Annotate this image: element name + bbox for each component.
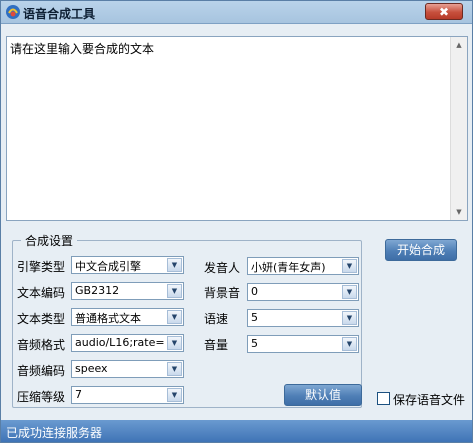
background-sound-label: 背景音 — [204, 286, 241, 300]
chevron-down-icon[interactable]: ▼ — [167, 388, 182, 402]
speaker-select[interactable]: 小妍(青年女声) ▼ — [247, 257, 359, 275]
chevron-down-icon[interactable]: ▼ — [342, 337, 357, 351]
volume-value: 5 — [251, 337, 258, 350]
status-text: 已成功连接服务器 — [6, 426, 103, 440]
scroll-up-arrow-icon[interactable]: ▲ — [451, 37, 467, 53]
engine-type-select[interactable]: 中文合成引擎 ▼ — [71, 256, 184, 274]
engine-type-value: 中文合成引擎 — [75, 260, 141, 273]
save-audio-label[interactable]: 保存语音文件 — [393, 391, 465, 408]
text-type-value: 普通格式文本 — [75, 312, 141, 325]
chevron-down-icon[interactable]: ▼ — [342, 311, 357, 325]
background-sound-value: 0 — [251, 285, 258, 298]
text-type-select[interactable]: 普通格式文本 ▼ — [71, 308, 184, 326]
close-button[interactable]: ✖ — [425, 3, 463, 20]
audio-encoding-select[interactable]: speex ▼ — [71, 360, 184, 378]
text-input-area[interactable]: 请在这里输入要合成的文本 ▲ ▼ — [6, 36, 468, 221]
text-encoding-select[interactable]: GB2312 ▼ — [71, 282, 184, 300]
engine-type-label: 引擎类型 — [17, 260, 66, 274]
text-encoding-value: GB2312 — [75, 284, 120, 297]
compression-level-select[interactable]: 7 ▼ — [71, 386, 184, 404]
chevron-down-icon[interactable]: ▼ — [342, 285, 357, 299]
window-title: 语音合成工具 — [23, 7, 96, 21]
audio-encoding-value: speex — [75, 362, 108, 375]
audio-format-select[interactable]: audio/L16;rate= ▼ — [71, 334, 184, 352]
start-synthesis-button[interactable]: 开始合成 — [385, 239, 457, 261]
background-sound-select[interactable]: 0 ▼ — [247, 283, 359, 301]
chevron-down-icon[interactable]: ▼ — [167, 310, 182, 324]
speed-select[interactable]: 5 ▼ — [247, 309, 359, 327]
text-encoding-label: 文本编码 — [17, 286, 66, 300]
default-values-button[interactable]: 默认值 — [284, 384, 362, 406]
chevron-down-icon[interactable]: ▼ — [167, 362, 182, 376]
app-icon — [6, 5, 20, 19]
volume-select[interactable]: 5 ▼ — [247, 335, 359, 353]
speed-value: 5 — [251, 311, 258, 324]
title-bar[interactable]: 语音合成工具 ✖ — [1, 1, 472, 24]
scroll-down-arrow-icon[interactable]: ▼ — [451, 204, 467, 220]
chevron-down-icon[interactable]: ▼ — [167, 284, 182, 298]
chevron-down-icon[interactable]: ▼ — [167, 336, 182, 350]
settings-group-title: 合成设置 — [21, 232, 78, 249]
speed-label: 语速 — [204, 312, 229, 326]
vertical-scrollbar[interactable]: ▲ ▼ — [450, 37, 467, 220]
audio-format-label: 音频格式 — [17, 338, 66, 352]
chevron-down-icon[interactable]: ▼ — [342, 259, 357, 273]
compression-level-value: 7 — [75, 388, 82, 401]
speaker-value: 小妍(青年女声) — [251, 261, 326, 274]
audio-encoding-label: 音频编码 — [17, 364, 66, 378]
volume-label: 音量 — [204, 338, 229, 352]
compression-level-label: 压缩等级 — [17, 390, 66, 404]
status-bar: 已成功连接服务器 — [1, 420, 472, 442]
speaker-label: 发音人 — [204, 261, 241, 275]
audio-format-value: audio/L16;rate= — [75, 336, 165, 349]
app-window: 语音合成工具 ✖ 请在这里输入要合成的文本 ▲ ▼ 合成设置 引擎类型 中文合成… — [0, 0, 473, 443]
text-input-value: 请在这里输入要合成的文本 — [10, 42, 155, 56]
chevron-down-icon[interactable]: ▼ — [167, 258, 182, 272]
text-type-label: 文本类型 — [17, 312, 66, 326]
save-audio-checkbox[interactable] — [377, 392, 390, 405]
